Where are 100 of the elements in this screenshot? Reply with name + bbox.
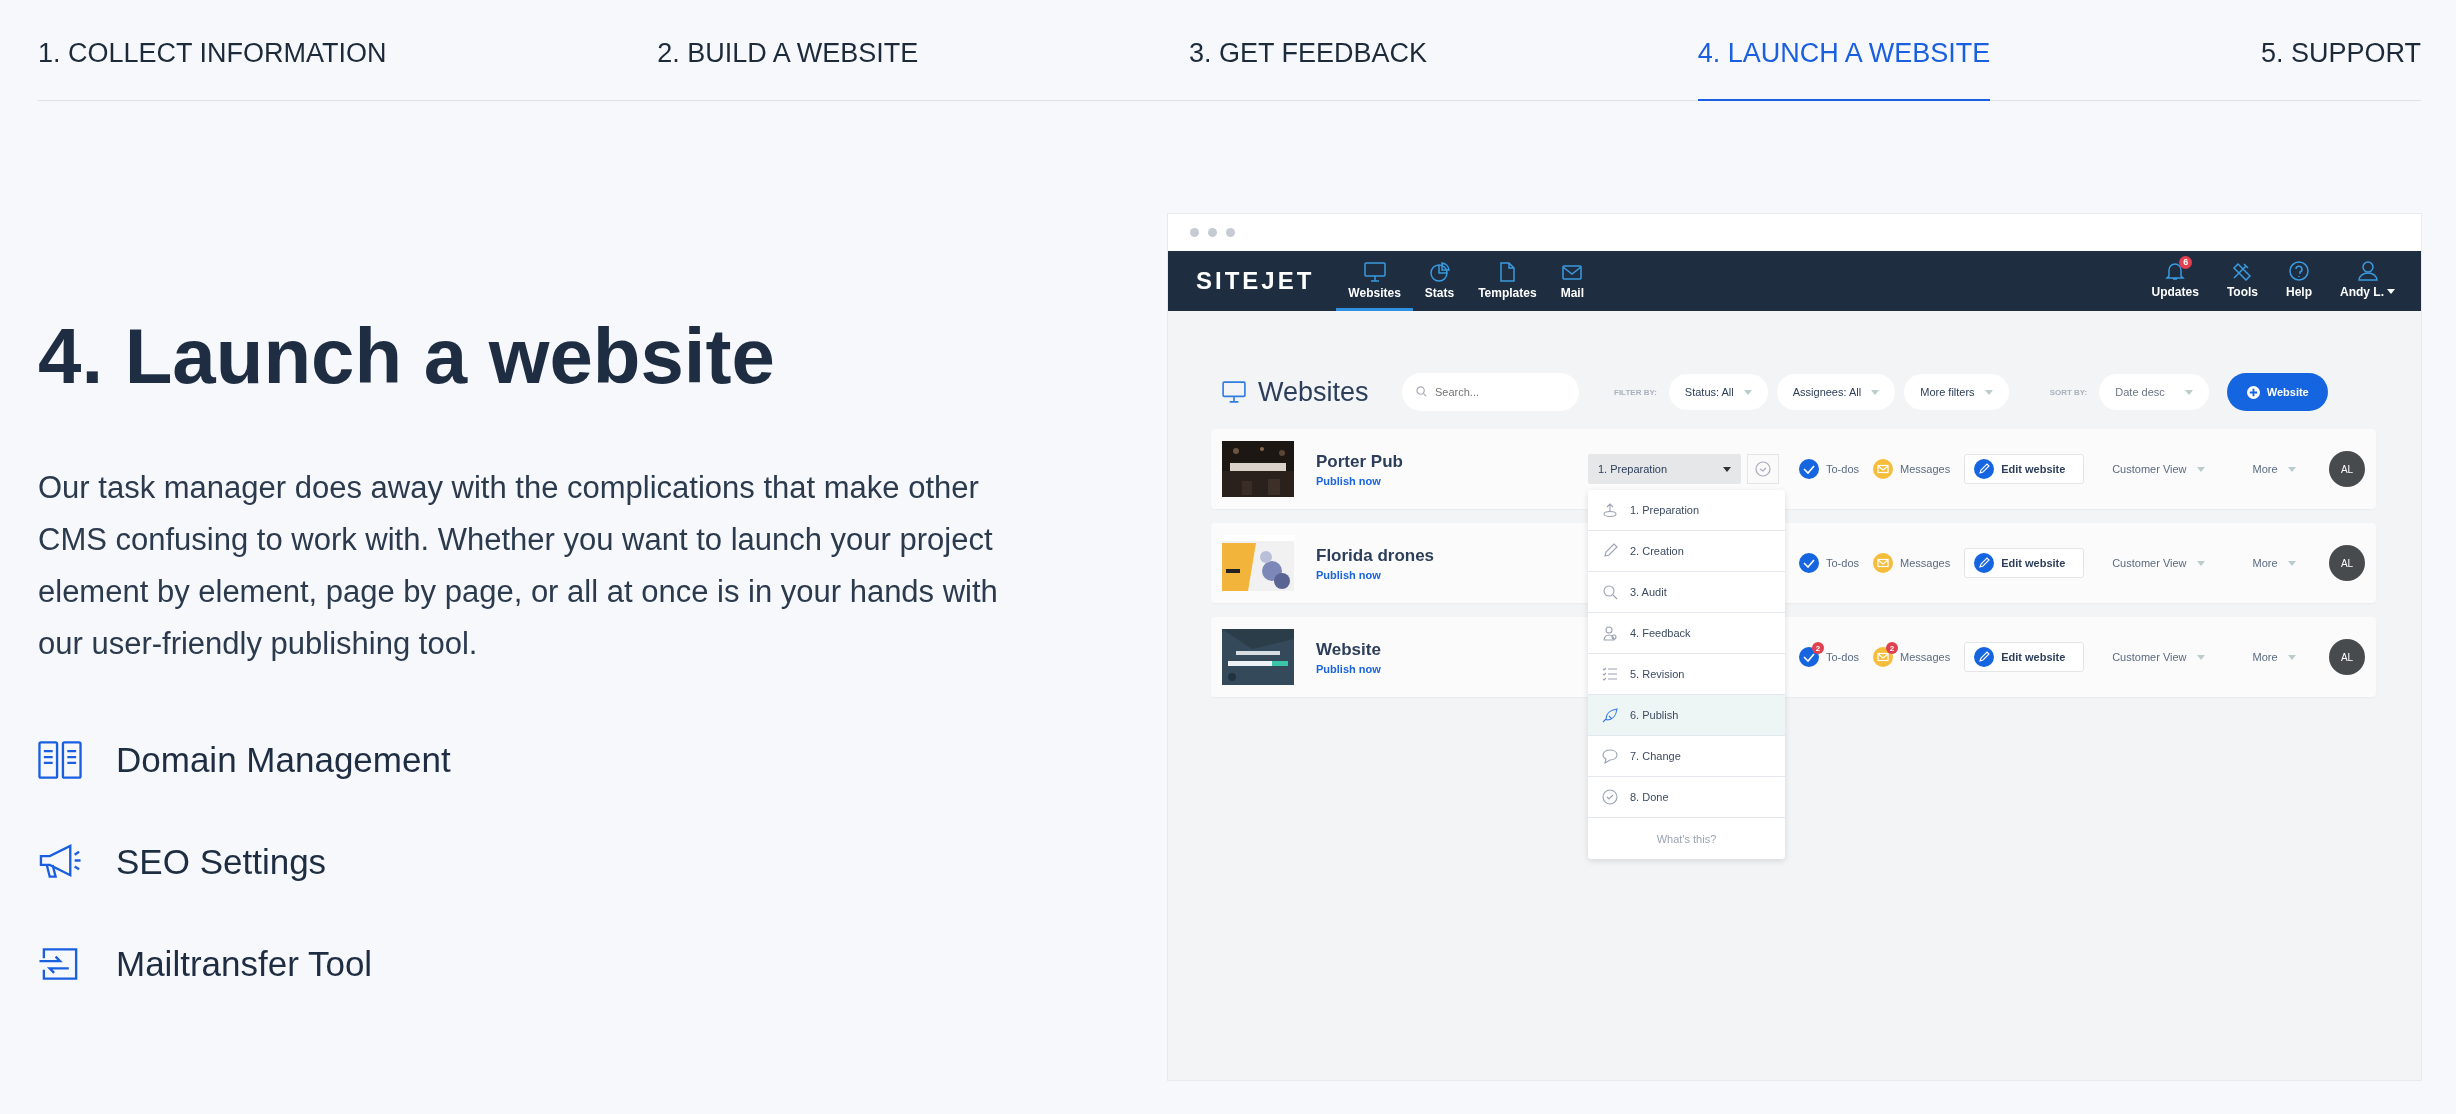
caret-icon [2196, 654, 2205, 660]
nav-item[interactable]: 6 Updates [2139, 251, 2211, 311]
sort-dropdown[interactable]: Date desc [2099, 374, 2210, 410]
caret-icon [1871, 389, 1880, 395]
step-tab[interactable]: 1. COLLECT INFORMATION [38, 38, 387, 101]
plus-icon [2246, 385, 2260, 399]
caret-icon [2287, 654, 2296, 660]
step-tab[interactable]: 4. LAUNCH A WEBSITE [1697, 38, 1991, 101]
monitor-icon [1222, 381, 1246, 403]
pencil-icon [1974, 647, 1995, 667]
publish-link[interactable]: Publish now [1316, 662, 1588, 675]
speech-bubble-icon [1602, 748, 1618, 764]
count-badge: 6 [2179, 255, 2193, 269]
caret-icon [1984, 389, 1993, 395]
status-option[interactable]: 6. Publish [1588, 695, 1785, 736]
more-dropdown[interactable]: More [2252, 651, 2296, 663]
messages-link[interactable]: Messages [1873, 553, 1951, 573]
envelope-icon [1873, 553, 1894, 573]
nav-item[interactable]: Templates [1466, 251, 1549, 311]
messages-link[interactable]: Messages [1873, 459, 1951, 479]
window-dot [1190, 228, 1199, 237]
clock-button[interactable] [1747, 454, 1779, 484]
status-option[interactable]: 3. Audit [1588, 572, 1785, 613]
caret-icon [2287, 466, 2296, 472]
nav-item[interactable]: Mail [1548, 251, 1596, 311]
caret-icon [2185, 389, 2194, 395]
customer-view-dropdown[interactable]: Customer View [2112, 463, 2205, 475]
status-option[interactable]: 1. Preparation [1588, 490, 1785, 531]
status-dropdown[interactable]: 1. Preparation [1588, 454, 1741, 484]
todos-link[interactable]: To-dos [1799, 459, 1860, 479]
filter-label: FILTER BY: [1614, 387, 1657, 397]
edit-website-button[interactable]: Edit website [1964, 548, 2085, 578]
help-icon [2288, 260, 2310, 281]
website-name: Website [1316, 639, 1382, 660]
pencil-icon [1974, 553, 1995, 573]
nav-item[interactable]: Websites [1336, 251, 1413, 311]
website-name: Florida drones [1316, 545, 1436, 566]
user-icon [1602, 625, 1618, 641]
count-badge: 2 [1812, 642, 1824, 654]
pencil-icon [1602, 543, 1618, 559]
more-dropdown[interactable]: More [2252, 463, 2296, 475]
todos-link[interactable]: To-dos [1799, 553, 1860, 573]
envelope-icon [1873, 459, 1894, 479]
caret-icon [2196, 560, 2205, 566]
step-tab[interactable]: 2. BUILD A WEBSITE [657, 38, 919, 101]
monitor-icon [1363, 262, 1386, 282]
status-option[interactable]: 8. Done [1588, 777, 1785, 818]
count-badge: 2 [1886, 642, 1899, 654]
search-icon [1602, 584, 1618, 600]
check-icon [1799, 459, 1819, 479]
avatar: AL [2329, 639, 2365, 675]
window-dot [1226, 228, 1235, 237]
sort-label: SORT BY: [2049, 387, 2088, 397]
avatar: AL [2329, 545, 2365, 581]
search-icon [1416, 386, 1427, 397]
nav-item[interactable]: Andy L. [2328, 251, 2407, 311]
nav-item[interactable]: Tools [2214, 251, 2270, 311]
user-icon [2356, 260, 2379, 281]
intro-paragraph: Our task manager does away with the complications that make other CMS confusing to work with. Whether you want to launch your project element by element, page by page, or all at once is in your hands with our user-friendly publishing tool. [38, 469, 999, 663]
edit-website-button[interactable]: Edit website [1964, 454, 2085, 484]
page-title: Websites [1258, 376, 1370, 408]
caret-icon [2387, 289, 2395, 294]
window-dot [1208, 228, 1217, 237]
tools-icon [2231, 260, 2254, 281]
status-option[interactable]: 7. Change [1588, 736, 1785, 777]
caret-icon [1743, 389, 1752, 395]
customer-view-dropdown[interactable]: Customer View [2112, 557, 2205, 569]
edit-website-button[interactable]: Edit website [1964, 642, 2085, 672]
publish-link[interactable]: Publish now [1316, 568, 1588, 581]
app-logo: SITEJET [1196, 267, 1315, 295]
bell-icon [2164, 260, 2187, 281]
checklist-icon [1602, 666, 1618, 682]
publish-link[interactable]: Publish now [1316, 474, 1588, 487]
step-tab[interactable]: 5. SUPPORT [2260, 38, 2421, 101]
nav-item[interactable]: Help [2274, 251, 2324, 311]
pie-chart-icon [1428, 262, 1451, 282]
mail-icon [1561, 262, 1584, 282]
customer-view-dropdown[interactable]: Customer View [2112, 651, 2205, 663]
upload-icon [1602, 502, 1618, 518]
filter-dropdown[interactable]: Status: All [1668, 374, 1768, 410]
more-dropdown[interactable]: More [2252, 557, 2296, 569]
status-option[interactable]: 4. Feedback [1588, 613, 1785, 654]
add-website-button[interactable]: Website [2227, 373, 2329, 411]
search-field[interactable]: Search... [1402, 373, 1579, 411]
feature-label: Domain Management [116, 740, 451, 780]
check-icon [1799, 553, 1819, 573]
step-tab[interactable]: 3. GET FEEDBACK [1188, 38, 1427, 101]
website-name: Porter Pub [1316, 451, 1404, 472]
filter-dropdown[interactable]: Assignees: All [1776, 374, 1896, 410]
avatar: AL [2329, 451, 2365, 487]
nav-item[interactable]: Stats [1412, 251, 1467, 311]
feature-label: Mailtransfer Tool [116, 944, 373, 984]
section-heading: 4. Launch a website [38, 311, 776, 402]
check-circle-icon [1602, 789, 1618, 805]
caret-icon [2196, 466, 2205, 472]
pencil-icon [1974, 459, 1995, 479]
status-option[interactable]: 2. Creation [1588, 531, 1785, 572]
feature-label: SEO Settings [116, 842, 327, 882]
filter-dropdown[interactable]: More filters [1904, 374, 2009, 410]
columns-icon [38, 740, 82, 780]
